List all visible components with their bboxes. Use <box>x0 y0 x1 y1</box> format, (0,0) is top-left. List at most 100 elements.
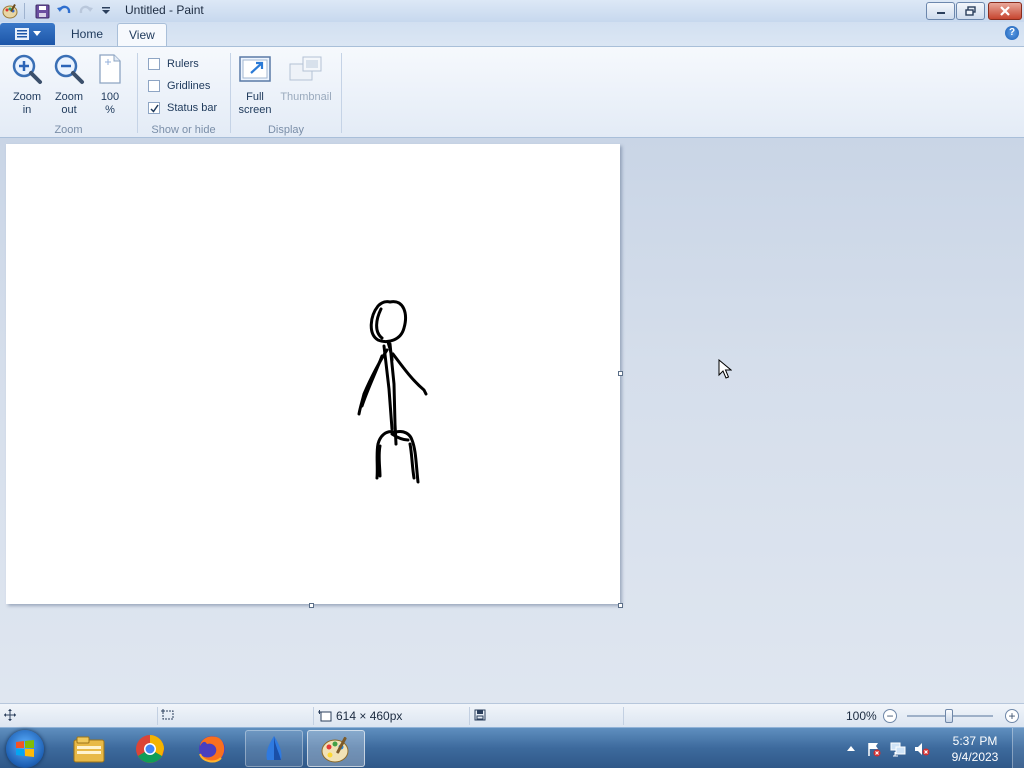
zoom-percent: 100% <box>846 709 877 723</box>
gridlines-checkbox[interactable]: Gridlines <box>148 80 210 92</box>
taskbar-firefox[interactable] <box>183 730 241 767</box>
show-hide-group: Rulers Gridlines Status bar Show or hide <box>138 50 229 138</box>
gridlines-check <box>148 80 160 92</box>
actual-size-label: 100 % <box>100 91 120 116</box>
rulers-label: Rulers <box>167 58 199 70</box>
paint-icon <box>321 736 349 762</box>
drawing-canvas[interactable] <box>6 144 620 604</box>
canvas-size-icon <box>318 710 332 722</box>
start-button[interactable] <box>6 730 44 768</box>
zoom-out-button[interactable]: Zoom out <box>50 52 88 117</box>
clock-time: 5:37 PM <box>952 734 998 748</box>
status-divider <box>313 707 314 725</box>
save-icon[interactable] <box>34 3 50 19</box>
zoom-group: Zoom in Zoom out 100 % Zoom <box>0 50 137 138</box>
status-divider <box>469 707 470 725</box>
customize-toolbar-icon[interactable] <box>98 3 114 19</box>
canvas-size-text: 614 × 460px <box>336 709 403 723</box>
taskbar: 5:37 PM 9/4/2023 <box>0 727 1024 768</box>
network-icon[interactable] <box>890 741 906 757</box>
close-button[interactable] <box>988 2 1022 20</box>
zoom-in-button[interactable]: Zoom in <box>8 52 46 117</box>
display-group-label: Display <box>267 124 305 136</box>
resize-handle-right[interactable] <box>618 371 623 376</box>
minimize-button[interactable] <box>926 2 955 20</box>
stick-figure-drawing <box>357 300 428 484</box>
windows-explorer-icon <box>73 736 105 762</box>
status-bar-checkbox[interactable]: Status bar <box>148 102 217 114</box>
app-icon <box>266 735 282 760</box>
show-desktop-button[interactable] <box>1012 728 1024 768</box>
thumbnail-icon <box>289 52 323 86</box>
taskbar-paint[interactable] <box>307 730 365 767</box>
file-size <box>474 709 486 721</box>
restore-icon <box>965 6 976 16</box>
show-hide-group-label: Show or hide <box>151 124 216 136</box>
zoom-in-status-button[interactable]: + <box>1005 709 1019 723</box>
canvas-size: 614 × 460px <box>318 709 402 723</box>
zoom-out-icon <box>52 52 86 86</box>
cursor-position <box>4 709 16 721</box>
paint-menu-button[interactable] <box>0 23 55 45</box>
zoom-percent-text: 100% <box>846 709 877 723</box>
resize-handle-bottom[interactable] <box>309 603 314 608</box>
actual-size-button[interactable]: 100 % <box>91 52 129 117</box>
minimize-icon <box>936 12 945 14</box>
chevron-down-icon <box>32 31 41 36</box>
gridlines-label: Gridlines <box>167 80 211 92</box>
mouse-cursor-icon <box>718 359 732 379</box>
minus-icon: − <box>886 709 894 723</box>
display-group: Full screen Thumbnail Display <box>231 50 341 138</box>
status-bar-label: Status bar <box>167 102 218 114</box>
actual-size-icon <box>93 52 127 86</box>
full-screen-icon <box>238 52 272 86</box>
action-center-icon[interactable] <box>866 741 882 757</box>
thumbnail-label: Thumbnail <box>280 91 332 103</box>
chrome-icon <box>136 734 164 763</box>
disk-icon <box>474 709 486 721</box>
checkmark-icon <box>149 104 159 113</box>
zoom-in-icon <box>10 52 44 86</box>
selection-size <box>161 709 175 721</box>
divider <box>24 3 28 19</box>
windows-logo-icon <box>16 740 34 757</box>
redo-icon <box>78 3 94 19</box>
close-icon <box>1000 6 1010 16</box>
tab-view[interactable]: View <box>117 23 167 46</box>
full-screen-label: Full screen <box>238 91 272 116</box>
taskbar-chrome[interactable] <box>121 730 179 767</box>
tab-home[interactable]: Home <box>60 23 114 46</box>
zoom-in-label: Zoom in <box>12 91 42 116</box>
selection-icon <box>161 709 174 720</box>
thumbnail-button: Thumbnail <box>277 52 335 104</box>
volume-muted-icon[interactable] <box>914 741 930 757</box>
status-divider <box>623 707 624 725</box>
window-title: Untitled - Paint <box>125 3 204 17</box>
resize-handle-corner[interactable] <box>618 603 623 608</box>
restore-button[interactable] <box>956 2 985 20</box>
zoom-out-status-button[interactable]: − <box>883 709 897 723</box>
help-icon[interactable]: ? <box>1005 26 1019 40</box>
show-hidden-icons-icon[interactable] <box>846 741 856 757</box>
canvas-workspace[interactable] <box>0 138 1024 703</box>
zoom-slider-thumb[interactable] <box>945 709 953 723</box>
status-divider <box>157 707 158 725</box>
title-bar: Untitled - Paint <box>0 0 1024 22</box>
full-screen-button[interactable]: Full screen <box>235 52 275 117</box>
zoom-group-label: Zoom <box>54 124 83 136</box>
firefox-icon <box>199 735 225 762</box>
plus-icon: + <box>1008 709 1016 723</box>
undo-icon[interactable] <box>56 3 72 19</box>
rulers-check <box>148 58 160 70</box>
taskbar-clock[interactable]: 5:37 PM 9/4/2023 <box>940 733 1010 765</box>
taskbar-app[interactable] <box>245 730 303 767</box>
taskbar-explorer[interactable] <box>60 730 118 767</box>
zoom-out-label: Zoom out <box>54 91 84 116</box>
status-bar: 614 × 460px 100% − + <box>0 703 1024 727</box>
clock-date: 9/4/2023 <box>951 750 999 764</box>
group-divider <box>341 53 342 133</box>
rulers-checkbox[interactable]: Rulers <box>148 58 199 70</box>
menu-icon <box>14 28 29 40</box>
paint-app-icon[interactable] <box>2 3 18 19</box>
move-cursor-icon <box>4 709 16 721</box>
